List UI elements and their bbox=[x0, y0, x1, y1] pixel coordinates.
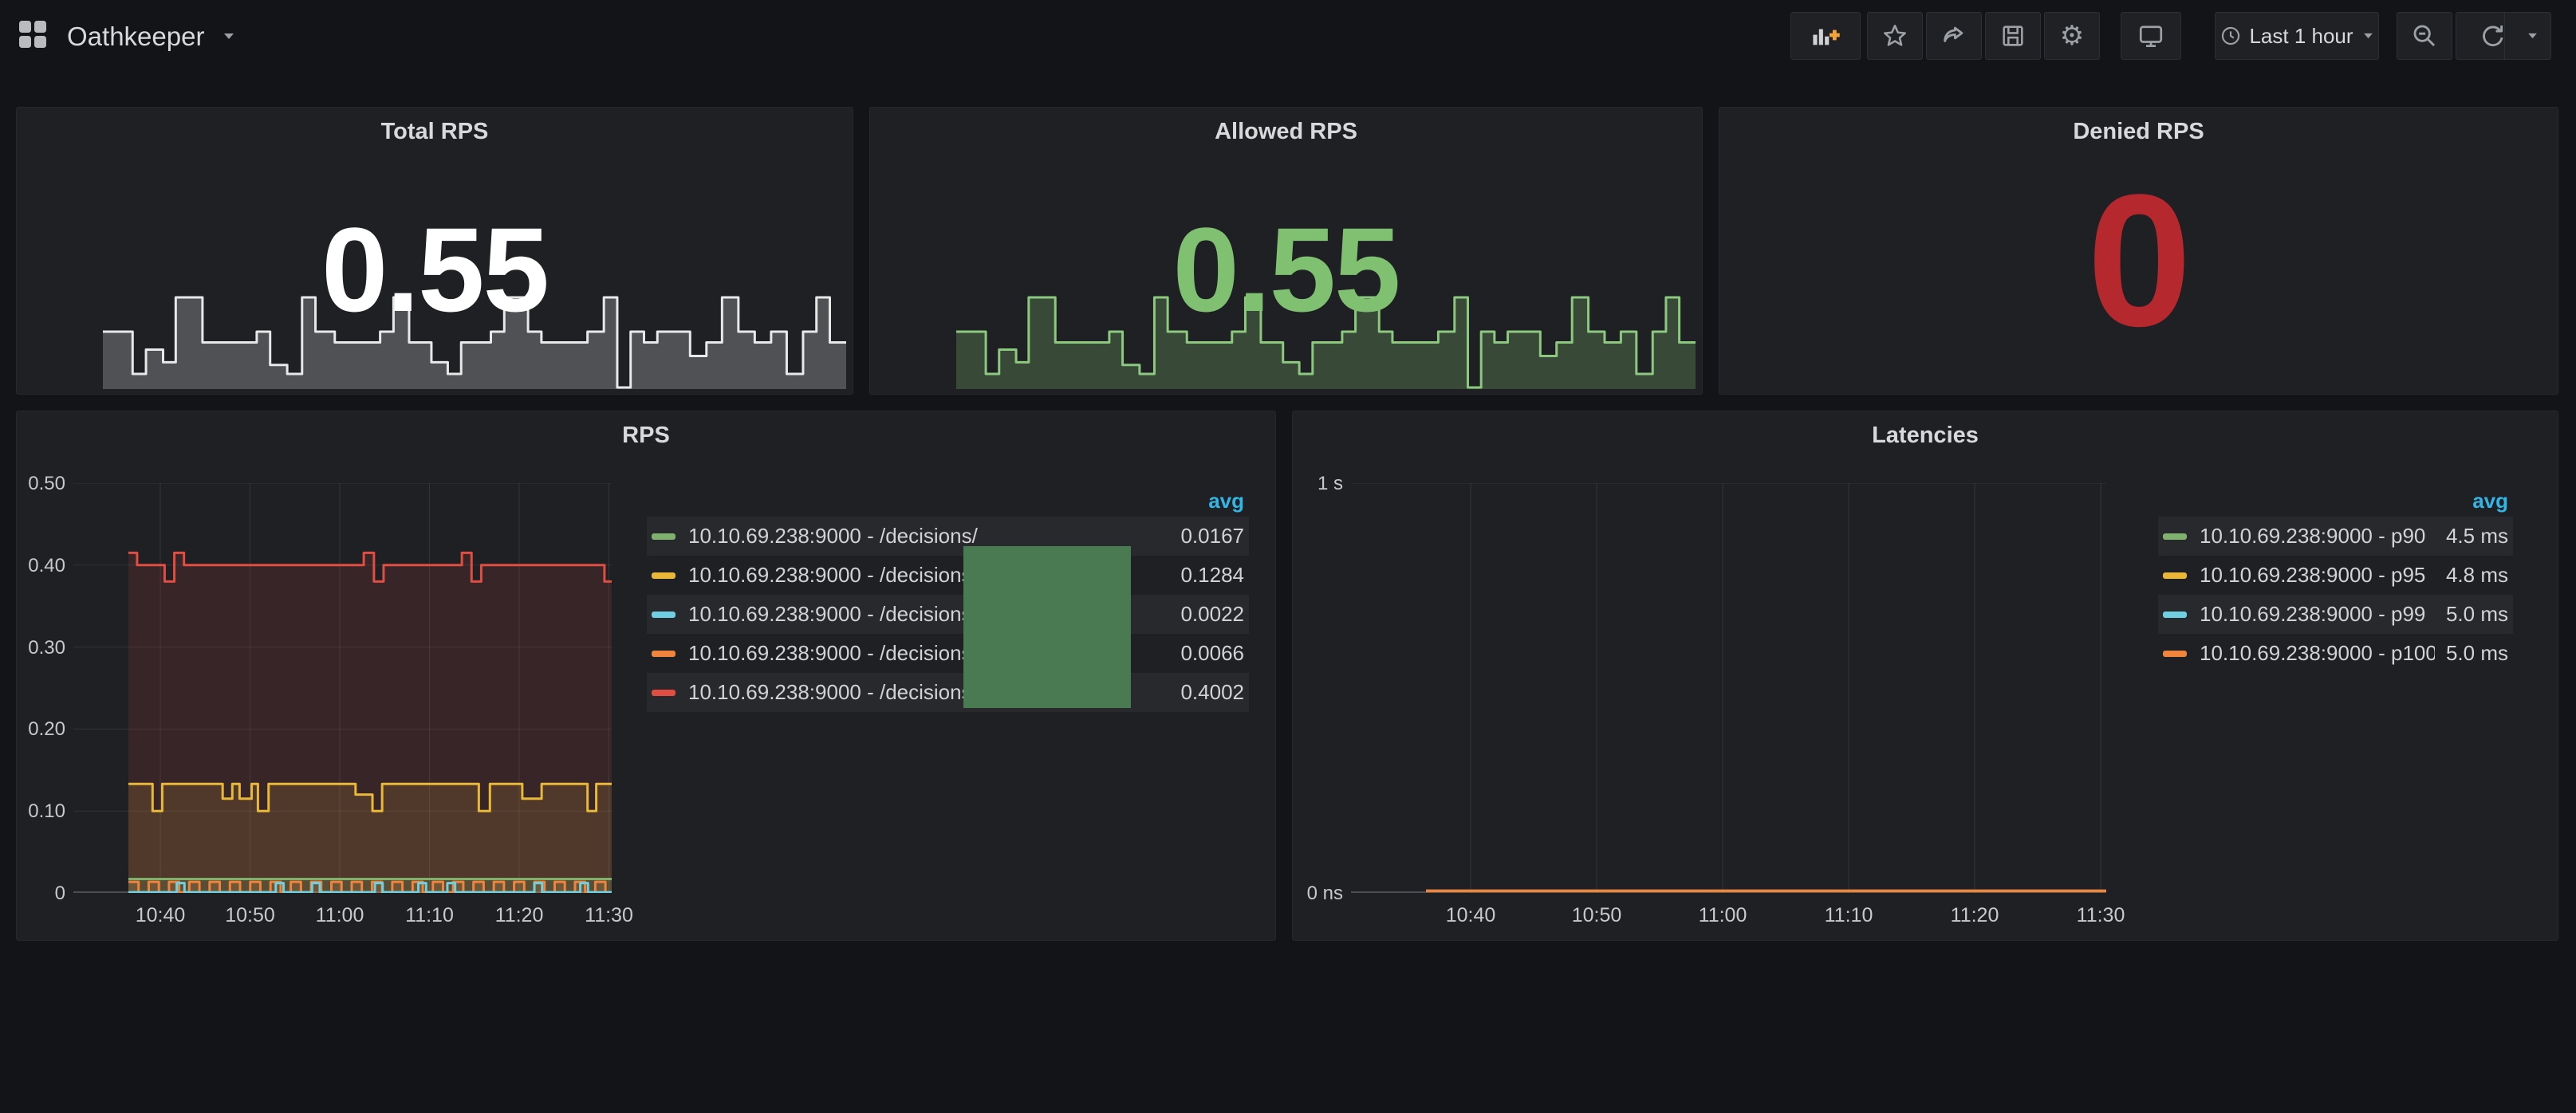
x-axis-label: 11:20 bbox=[495, 904, 544, 927]
x-axis-label: 11:00 bbox=[1699, 904, 1747, 927]
panel-title[interactable]: Denied RPS bbox=[1719, 119, 2558, 145]
refresh-icon bbox=[2479, 22, 2507, 49]
legend-avg-value: 0.1284 bbox=[1180, 563, 1244, 588]
y-axis-label: 0.30 bbox=[17, 637, 65, 659]
stat-value-denied-rps: 0 bbox=[1719, 167, 2558, 355]
grafana-dashboard: Oathkeeper bbox=[0, 0, 2576, 1113]
rps-legend: avg10.10.69.238:9000 - /decisions/0.0167… bbox=[647, 485, 1249, 712]
legend-avg-value: 5.0 ms bbox=[2446, 641, 2508, 666]
refresh-button[interactable] bbox=[2456, 12, 2551, 60]
legend-avg-value: 4.8 ms bbox=[2446, 563, 2508, 588]
y-axis-label: 0 ns bbox=[1293, 883, 1343, 905]
refresh-interval-caret-icon[interactable] bbox=[2527, 33, 2538, 39]
legend-series-label[interactable]: 10.10.69.238:9000 - p100 bbox=[2200, 641, 2435, 666]
legend-row[interactable]: 10.10.69.238:9000 - /decisions/0.0167 bbox=[647, 517, 1249, 556]
legend-series-label[interactable]: 10.10.69.238:9000 - p90 bbox=[2200, 524, 2435, 549]
panel-title[interactable]: RPS bbox=[17, 423, 1275, 449]
panel-latencies-graph: Latencies 1 s 0 ns 10:40 10:50 11:00 11:10 11… bbox=[1292, 411, 2558, 941]
legend-row[interactable]: 10.10.69.238:9000 - /decisions/0.1284 bbox=[647, 556, 1249, 595]
y-axis-label: 0 bbox=[17, 883, 65, 905]
x-axis-label: 11:10 bbox=[405, 904, 454, 927]
y-axis-label: 0.20 bbox=[17, 718, 65, 741]
add-panel-button[interactable] bbox=[1790, 12, 1861, 60]
x-axis-label: 11:30 bbox=[585, 904, 633, 927]
dashboard-title-caret-icon[interactable] bbox=[223, 29, 234, 44]
legend-row[interactable]: 10.10.69.238:9000 - p95 4.8 ms bbox=[2158, 556, 2513, 595]
legend-series-label[interactable]: 10.10.69.238:9000 - p99 bbox=[2200, 602, 2435, 627]
x-axis-label: 10:40 bbox=[1446, 904, 1496, 927]
legend-avg-value: 0.4002 bbox=[1180, 680, 1244, 705]
latencies-plot-area[interactable] bbox=[1351, 483, 2106, 893]
x-axis-label: 10:50 bbox=[225, 904, 275, 927]
legend-series-swatch[interactable] bbox=[652, 612, 676, 618]
x-axis-label: 11:00 bbox=[316, 904, 364, 927]
legend-row[interactable]: 10.10.69.238:9000 - /decisions/0.0022 bbox=[647, 595, 1249, 634]
legend-row[interactable]: 10.10.69.238:9000 - /decisions/0.0066 bbox=[647, 634, 1249, 673]
x-axis-label: 11:30 bbox=[2077, 904, 2125, 927]
panel-title[interactable]: Latencies bbox=[1293, 423, 2558, 449]
time-range-label: Last 1 hour bbox=[2249, 24, 2353, 49]
save-button[interactable] bbox=[1985, 12, 2041, 60]
panel-title[interactable]: Total RPS bbox=[17, 119, 853, 145]
gear-icon: ⚙ bbox=[2060, 22, 2084, 49]
legend-avg-value: 0.0066 bbox=[1180, 641, 1244, 666]
time-picker-button[interactable]: Last 1 hour bbox=[2215, 12, 2379, 60]
rps-plot-area[interactable] bbox=[73, 483, 612, 893]
navbar: Oathkeeper bbox=[0, 0, 2576, 73]
panel-denied-rps: Denied RPS 0 bbox=[1719, 107, 2558, 395]
legend-overlay-box bbox=[963, 546, 1131, 708]
save-icon bbox=[1999, 22, 2027, 49]
panel-title[interactable]: Allowed RPS bbox=[870, 119, 1702, 145]
legend-series-swatch[interactable] bbox=[652, 572, 676, 579]
x-axis-label: 11:20 bbox=[1951, 904, 1999, 927]
clock-icon bbox=[2220, 26, 2241, 46]
y-axis-label: 1 s bbox=[1293, 473, 1343, 495]
legend-row[interactable]: 10.10.69.238:9000 - /decisions/0.4002 bbox=[647, 673, 1249, 712]
legend-series-swatch[interactable] bbox=[652, 690, 676, 696]
stat-value-total-rps: 0.55 bbox=[17, 210, 853, 329]
legend-row[interactable]: 10.10.69.238:9000 - p99 5.0 ms bbox=[2158, 595, 2513, 634]
y-axis-label: 0.10 bbox=[17, 800, 65, 823]
legend-series-swatch[interactable] bbox=[2163, 572, 2187, 579]
latencies-legend: avg10.10.69.238:9000 - p904.5 ms10.10.69… bbox=[2158, 485, 2513, 673]
y-axis-label: 0.40 bbox=[17, 555, 65, 577]
legend-series-swatch[interactable] bbox=[2163, 533, 2187, 540]
legend-avg-value: 0.0167 bbox=[1180, 524, 1244, 549]
legend-avg-header[interactable]: avg bbox=[647, 485, 1249, 517]
x-axis-label: 11:10 bbox=[1825, 904, 1873, 927]
add-panel-icon bbox=[1810, 22, 1841, 49]
y-axis-label: 0.50 bbox=[17, 473, 65, 495]
star-button[interactable] bbox=[1867, 12, 1923, 60]
zoom-out-icon bbox=[2411, 22, 2438, 49]
monitor-icon bbox=[2137, 22, 2165, 50]
dashboard-grid-icon[interactable] bbox=[18, 19, 48, 53]
legend-avg-header[interactable]: avg bbox=[2158, 485, 2513, 517]
legend-avg-value: 5.0 ms bbox=[2446, 602, 2508, 627]
legend-avg-value: 0.0022 bbox=[1180, 602, 1244, 627]
time-picker-caret-icon bbox=[2363, 33, 2373, 39]
refresh-split-divider bbox=[2504, 12, 2505, 60]
legend-series-label[interactable]: 10.10.69.238:9000 - p95 bbox=[2200, 563, 2435, 588]
dashboard-title[interactable]: Oathkeeper bbox=[67, 22, 204, 52]
share-icon bbox=[1940, 22, 1967, 49]
star-icon bbox=[1881, 22, 1908, 49]
zoom-out-button[interactable] bbox=[2397, 12, 2452, 60]
panel-total-rps: Total RPS 0.55 bbox=[16, 107, 853, 395]
legend-avg-value: 4.5 ms bbox=[2446, 524, 2508, 549]
legend-series-swatch[interactable] bbox=[2163, 612, 2187, 618]
legend-row[interactable]: 10.10.69.238:9000 - p90 4.5 ms bbox=[2158, 517, 2513, 556]
stat-value-allowed-rps: 0.55 bbox=[870, 210, 1702, 329]
share-button[interactable] bbox=[1926, 12, 1982, 60]
legend-series-swatch[interactable] bbox=[2163, 651, 2187, 657]
settings-button[interactable]: ⚙ bbox=[2044, 12, 2100, 60]
x-axis-label: 10:40 bbox=[136, 904, 186, 927]
cycle-view-button[interactable] bbox=[2121, 12, 2181, 60]
legend-series-swatch[interactable] bbox=[652, 651, 676, 657]
x-axis-label: 10:50 bbox=[1572, 904, 1622, 927]
legend-series-swatch[interactable] bbox=[652, 533, 676, 540]
panel-allowed-rps: Allowed RPS 0.55 bbox=[869, 107, 1703, 395]
legend-series-label[interactable]: 10.10.69.238:9000 - /decisions/ bbox=[688, 524, 1169, 549]
legend-row[interactable]: 10.10.69.238:9000 - p100 5.0 ms bbox=[2158, 634, 2513, 673]
